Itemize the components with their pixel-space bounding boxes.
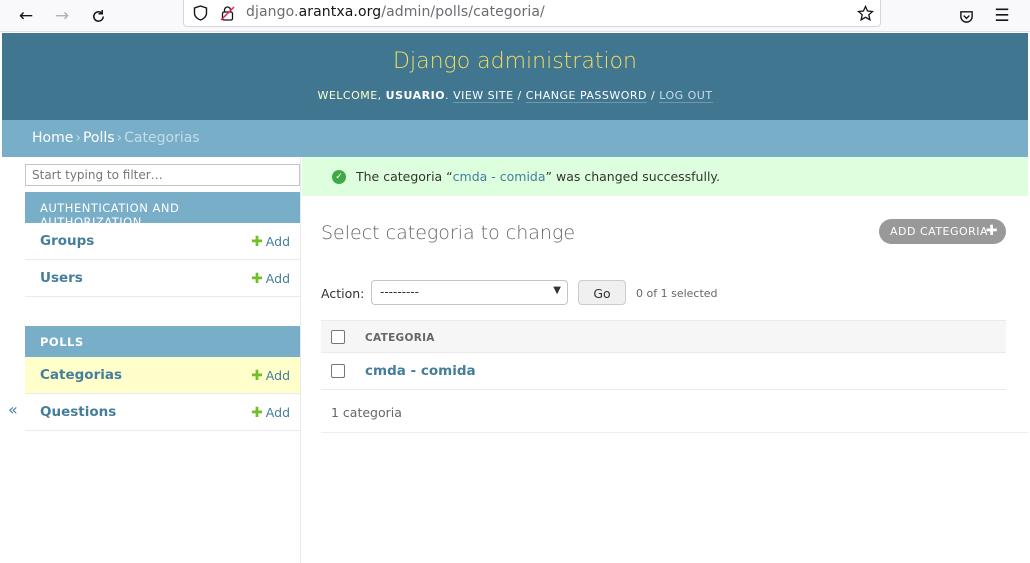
url-path: /admin/polls/categoria/ bbox=[381, 4, 545, 20]
model-link-users[interactable]: Users bbox=[40, 270, 83, 286]
message-post: ” was changed successfully. bbox=[545, 169, 721, 184]
toggle-sidebar-button[interactable]: « bbox=[8, 400, 18, 419]
table-row: cmda - comida bbox=[321, 353, 1006, 390]
insecure-lock-icon[interactable] bbox=[218, 4, 236, 22]
add-categorias-link[interactable]: ✚ Add bbox=[251, 368, 290, 384]
plus-icon: ✚ bbox=[251, 234, 263, 250]
site-branding[interactable]: Django administration bbox=[2, 49, 1028, 74]
user-tools: WELCOME, USUARIO. VIEW SITE / CHANGE PAS… bbox=[317, 89, 713, 103]
admin-header: Django administration WELCOME, USUARIO. … bbox=[2, 33, 1028, 120]
add-label: Add bbox=[265, 405, 290, 420]
select-all-checkbox[interactable] bbox=[331, 330, 345, 344]
sidebar-item-categorias: Categorias ✚ Add bbox=[25, 357, 300, 394]
url-host: arantxa.org bbox=[298, 4, 382, 20]
paginator: 1 categoria bbox=[321, 391, 1028, 433]
add-categoria-button[interactable]: ADD CATEGORIA ✚ bbox=[879, 219, 1006, 244]
go-button[interactable]: Go bbox=[578, 280, 626, 305]
sidebar-item-users: Users ✚ Add bbox=[25, 260, 300, 297]
column-header-categoria[interactable]: CATEGORIA bbox=[365, 332, 435, 344]
welcome-text: WELCOME, bbox=[317, 89, 382, 102]
plus-icon: ✚ bbox=[985, 223, 998, 239]
plus-icon: ✚ bbox=[251, 368, 263, 384]
message-pre: The categoria “ bbox=[356, 169, 453, 184]
plus-icon: ✚ bbox=[251, 405, 263, 421]
module-caption-polls[interactable]: Polls bbox=[25, 326, 300, 357]
browser-toolbar: ← → django.arantxa.org/admin/polls/categ… bbox=[0, 0, 1030, 32]
model-link-questions[interactable]: Questions bbox=[40, 404, 116, 420]
bookmark-star-icon[interactable] bbox=[856, 4, 874, 22]
hamburger-menu-icon[interactable]: ☰ bbox=[990, 4, 1014, 28]
success-check-icon: ✓ bbox=[332, 170, 346, 184]
breadcrumb-current: Categorias bbox=[124, 130, 200, 146]
shield-icon[interactable] bbox=[191, 4, 209, 22]
model-link-groups[interactable]: Groups bbox=[40, 233, 94, 249]
breadcrumb-separator: › bbox=[75, 130, 81, 146]
chevron-down-icon: ▼ bbox=[553, 285, 561, 296]
action-counter: 0 of 1 selected bbox=[636, 287, 718, 300]
sidebar-item-questions: Questions ✚ Add bbox=[25, 394, 300, 431]
reload-icon[interactable] bbox=[86, 4, 110, 28]
forward-icon[interactable]: → bbox=[50, 4, 74, 28]
view-site-link[interactable]: VIEW SITE bbox=[453, 89, 514, 103]
message-object-link[interactable]: cmda - comida bbox=[453, 169, 546, 184]
add-label: Add bbox=[265, 368, 290, 383]
add-categoria-label: ADD CATEGORIA bbox=[890, 225, 989, 238]
nav-sidebar: Start typing to filter… Authentication a… bbox=[24, 157, 301, 563]
sidebar-item-groups: Groups ✚ Add bbox=[25, 223, 300, 260]
username: USUARIO bbox=[385, 89, 446, 102]
add-users-link[interactable]: ✚ Add bbox=[251, 271, 290, 287]
breadcrumb-polls[interactable]: Polls bbox=[83, 130, 115, 146]
url-prefix: django. bbox=[246, 4, 299, 20]
page-title: Select categoria to change bbox=[321, 222, 576, 244]
table-header: CATEGORIA bbox=[321, 320, 1006, 353]
breadcrumb-separator: › bbox=[116, 130, 123, 146]
breadcrumb-home[interactable]: Home bbox=[32, 130, 73, 146]
add-questions-link[interactable]: ✚ Add bbox=[251, 405, 290, 421]
action-label: Action: bbox=[321, 286, 365, 301]
nav-filter-input[interactable]: Start typing to filter… bbox=[25, 164, 300, 186]
add-label: Add bbox=[265, 271, 290, 286]
change-password-link[interactable]: CHANGE PASSWORD bbox=[525, 89, 648, 103]
module-caption-auth[interactable]: Authentication and Authorization bbox=[25, 192, 300, 229]
model-link-categorias[interactable]: Categorias bbox=[40, 367, 122, 383]
action-selected-value: --------- bbox=[380, 285, 419, 299]
plus-icon: ✚ bbox=[251, 271, 263, 287]
row-checkbox[interactable] bbox=[331, 364, 345, 378]
back-icon[interactable]: ← bbox=[14, 4, 38, 28]
action-select[interactable]: --------- ▼ bbox=[371, 280, 568, 305]
url-text[interactable]: django.arantxa.org/admin/polls/categoria… bbox=[246, 4, 545, 20]
row-object-link[interactable]: cmda - comida bbox=[365, 363, 476, 379]
add-groups-link[interactable]: ✚ Add bbox=[251, 234, 290, 250]
django-admin-page: Django administration WELCOME, USUARIO. … bbox=[2, 33, 1028, 563]
log-out-link[interactable]: LOG OUT bbox=[659, 89, 713, 103]
breadcrumb: Home › Polls › Categorias bbox=[2, 120, 1028, 157]
pocket-icon[interactable] bbox=[954, 4, 978, 28]
add-label: Add bbox=[265, 234, 290, 249]
url-bar[interactable]: django.arantxa.org/admin/polls/categoria… bbox=[183, 0, 881, 27]
success-message: ✓ The categoria “cmda - comida” was chan… bbox=[302, 157, 1028, 196]
